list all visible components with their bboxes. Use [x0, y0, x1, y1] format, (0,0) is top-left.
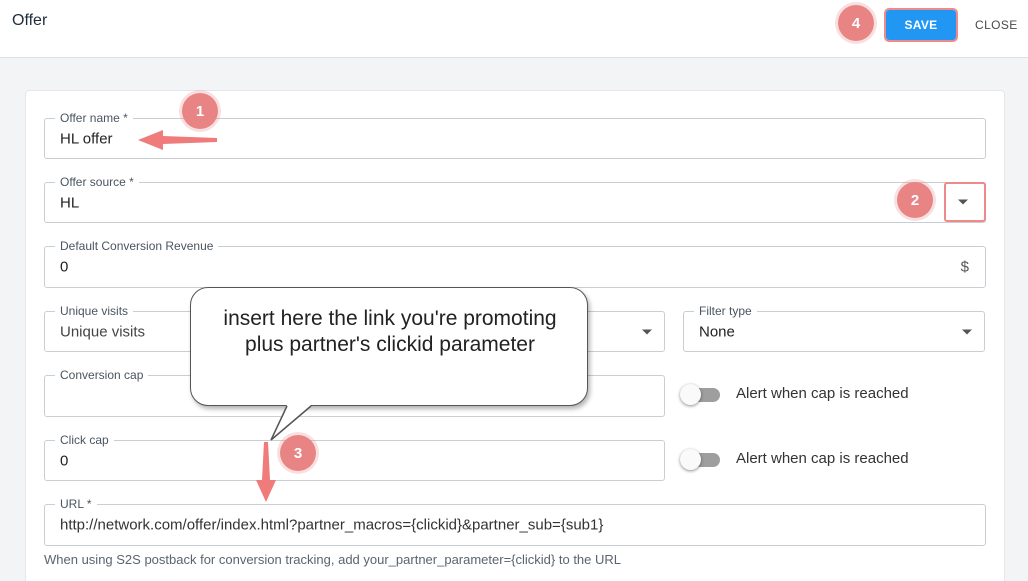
step-badge-4: 4: [838, 5, 874, 41]
step-badge-1: 1: [182, 93, 218, 129]
filter-type-label: Filter type: [694, 304, 757, 318]
step-badge-3: 3: [280, 435, 316, 471]
default-revenue-field[interactable]: Default Conversion Revenue 0 $: [44, 239, 986, 288]
unique-visits-label: Unique visits: [55, 304, 134, 318]
click-cap-alert-label: Alert when cap is reached: [736, 450, 909, 467]
chevron-down-icon: [962, 329, 972, 334]
url-label: URL *: [55, 497, 97, 511]
step-badge-2: 2: [897, 182, 933, 218]
close-button[interactable]: CLOSE: [975, 13, 1018, 37]
chevron-down-icon: [958, 199, 968, 205]
url-field[interactable]: URL * http://network.com/offer/index.htm…: [44, 497, 986, 546]
default-revenue-value: 0: [60, 258, 69, 276]
unique-visits-value: Unique visits: [60, 323, 146, 340]
currency-suffix: $: [960, 258, 969, 276]
conversion-cap-alert-toggle[interactable]: [680, 384, 722, 405]
page-title: Offer: [12, 12, 48, 29]
chevron-down-icon: [642, 329, 652, 334]
conversion-cap-alert-label: Alert when cap is reached: [736, 385, 909, 402]
url-value: http://network.com/offer/index.html?part…: [60, 516, 604, 534]
offer-name-value: HL offer: [60, 130, 113, 147]
offer-name-label: Offer name *: [55, 111, 133, 125]
header-bar: Offer SAVE CLOSE: [0, 0, 1028, 58]
conversion-cap-label: Conversion cap: [55, 368, 149, 382]
default-revenue-label: Default Conversion Revenue: [55, 239, 219, 253]
click-cap-value: 0: [60, 452, 69, 469]
url-hint: When using S2S postback for conversion t…: [44, 552, 622, 567]
offer-source-select[interactable]: Offer source * HL: [44, 175, 986, 223]
offer-source-value: HL: [60, 194, 80, 211]
callout-bubble: insert here the link you're promoting pl…: [190, 287, 588, 406]
offer-source-dropdown-toggle[interactable]: [944, 182, 986, 222]
click-cap-label: Click cap: [55, 433, 114, 447]
offer-source-label: Offer source *: [55, 175, 139, 189]
offer-name-field[interactable]: Offer name * HL offer: [44, 111, 986, 159]
toggle-knob: [680, 384, 701, 405]
click-cap-alert-toggle[interactable]: [680, 449, 722, 470]
click-cap-field[interactable]: Click cap 0: [44, 433, 665, 481]
toggle-knob: [680, 449, 701, 470]
filter-type-select[interactable]: Filter type None: [683, 304, 985, 352]
save-button[interactable]: SAVE: [884, 8, 958, 42]
callout-text: insert here the link you're promoting pl…: [223, 307, 557, 356]
filter-type-value: None: [699, 323, 735, 340]
